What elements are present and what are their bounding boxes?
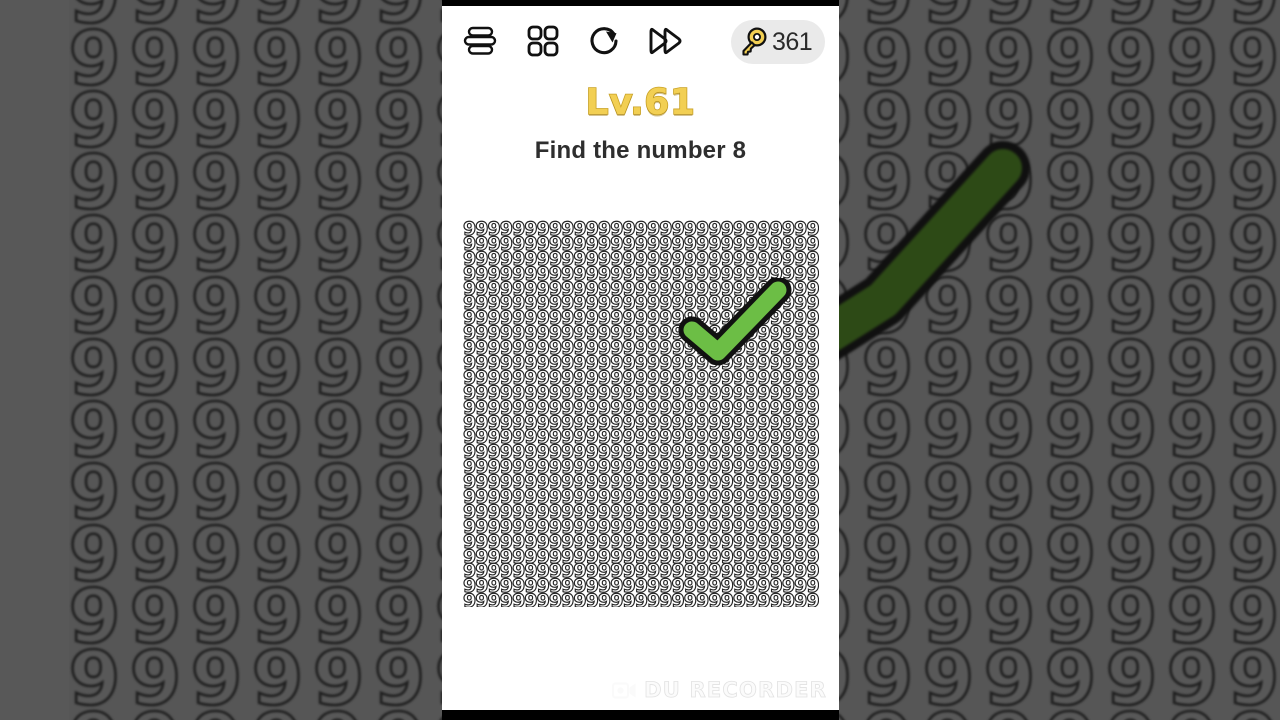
digit-cell[interactable]: 9 [487,591,501,607]
backdrop-digit: 9 [186,703,247,720]
digit-cell[interactable]: 9 [475,591,489,607]
video-camera-icon [612,682,636,698]
digit-cell[interactable]: 9 [671,591,685,607]
toolbar: 361 [442,8,839,74]
backdrop-digit: 9 [1040,703,1101,720]
backdrop-digit: 9 [979,703,1040,720]
puzzle-prompt: Find the number 8 [534,137,747,164]
digit-cell[interactable]: 9 [769,591,783,607]
digit-grid[interactable]: 9999999999999999999999999999999999999999… [463,220,819,607]
backdrop-digit: 9 [1223,703,1280,720]
backdrop-digit: 9 [857,703,918,720]
screen-root: 9999999999999999999999999999999999999999… [0,0,1280,720]
digit-cell[interactable]: 9 [536,591,550,607]
backdrop-digit: 9 [1162,703,1223,720]
menu-button[interactable] [453,14,507,68]
watermark: DU RECORDER [612,678,827,702]
digit-cell[interactable]: 9 [732,591,746,607]
digit-cell[interactable]: 9 [695,591,709,607]
key-icon [742,27,767,56]
levels-button[interactable] [516,14,570,68]
watermark-text: DU RECORDER [644,678,827,703]
digit-cell[interactable]: 9 [597,591,611,607]
key-count-value: 361 [772,27,813,56]
reload-icon [590,27,618,55]
digit-cell[interactable]: 9 [634,591,648,607]
stacked-bars-icon [463,26,497,55]
digit-cell[interactable]: 9 [683,591,697,607]
digit-cell[interactable]: 9 [561,591,575,607]
digit-cell[interactable]: 9 [585,591,599,607]
digit-cell[interactable]: 9 [511,591,525,607]
digit-cell[interactable]: 9 [757,591,771,607]
digit-cell[interactable]: 9 [720,591,734,607]
digit-cell[interactable]: 9 [646,591,660,607]
bottom-black-bar [442,710,839,720]
backdrop-digit: 9 [369,703,430,720]
page-title: Lv.61 [585,81,696,124]
backdrop-left-bar [0,0,69,720]
backdrop-digit: 9 [247,703,308,720]
game-panel: 361 Lv.61 Find the number 8 999999999999… [442,0,839,720]
digit-cell[interactable]: 9 [622,591,636,607]
digit-cell[interactable]: 9 [745,591,759,607]
digit-cell[interactable]: 9 [610,591,624,607]
digit-cell[interactable]: 9 [548,591,562,607]
backdrop-digit: 9 [64,703,125,720]
backdrop-digit: 9 [918,703,979,720]
grid-four-icon [527,25,559,57]
digit-cell[interactable]: 9 [659,591,673,607]
backdrop-digit: 9 [1101,703,1162,720]
digit-cell[interactable]: 9 [794,591,808,607]
backdrop-checkmark [828,141,1030,367]
digit-cell[interactable]: 9 [499,591,513,607]
digit-cell[interactable]: 9 [463,591,477,607]
digit-cell[interactable]: 9 [708,591,722,607]
digit-grid-row: 99999999999999999999999999999 [463,591,819,607]
skip-button[interactable] [640,14,694,68]
backdrop-digit: 9 [125,703,186,720]
digit-cell[interactable]: 9 [781,591,795,607]
backdrop-digit: 9 [308,703,369,720]
digit-cell[interactable]: 9 [524,591,538,607]
digit-cell[interactable]: 9 [573,591,587,607]
key-counter[interactable]: 361 [731,20,825,64]
fast-forward-icon [649,27,682,55]
top-black-bar [442,0,839,6]
digit-cell[interactable]: 9 [806,591,819,607]
restart-button[interactable] [578,14,632,68]
